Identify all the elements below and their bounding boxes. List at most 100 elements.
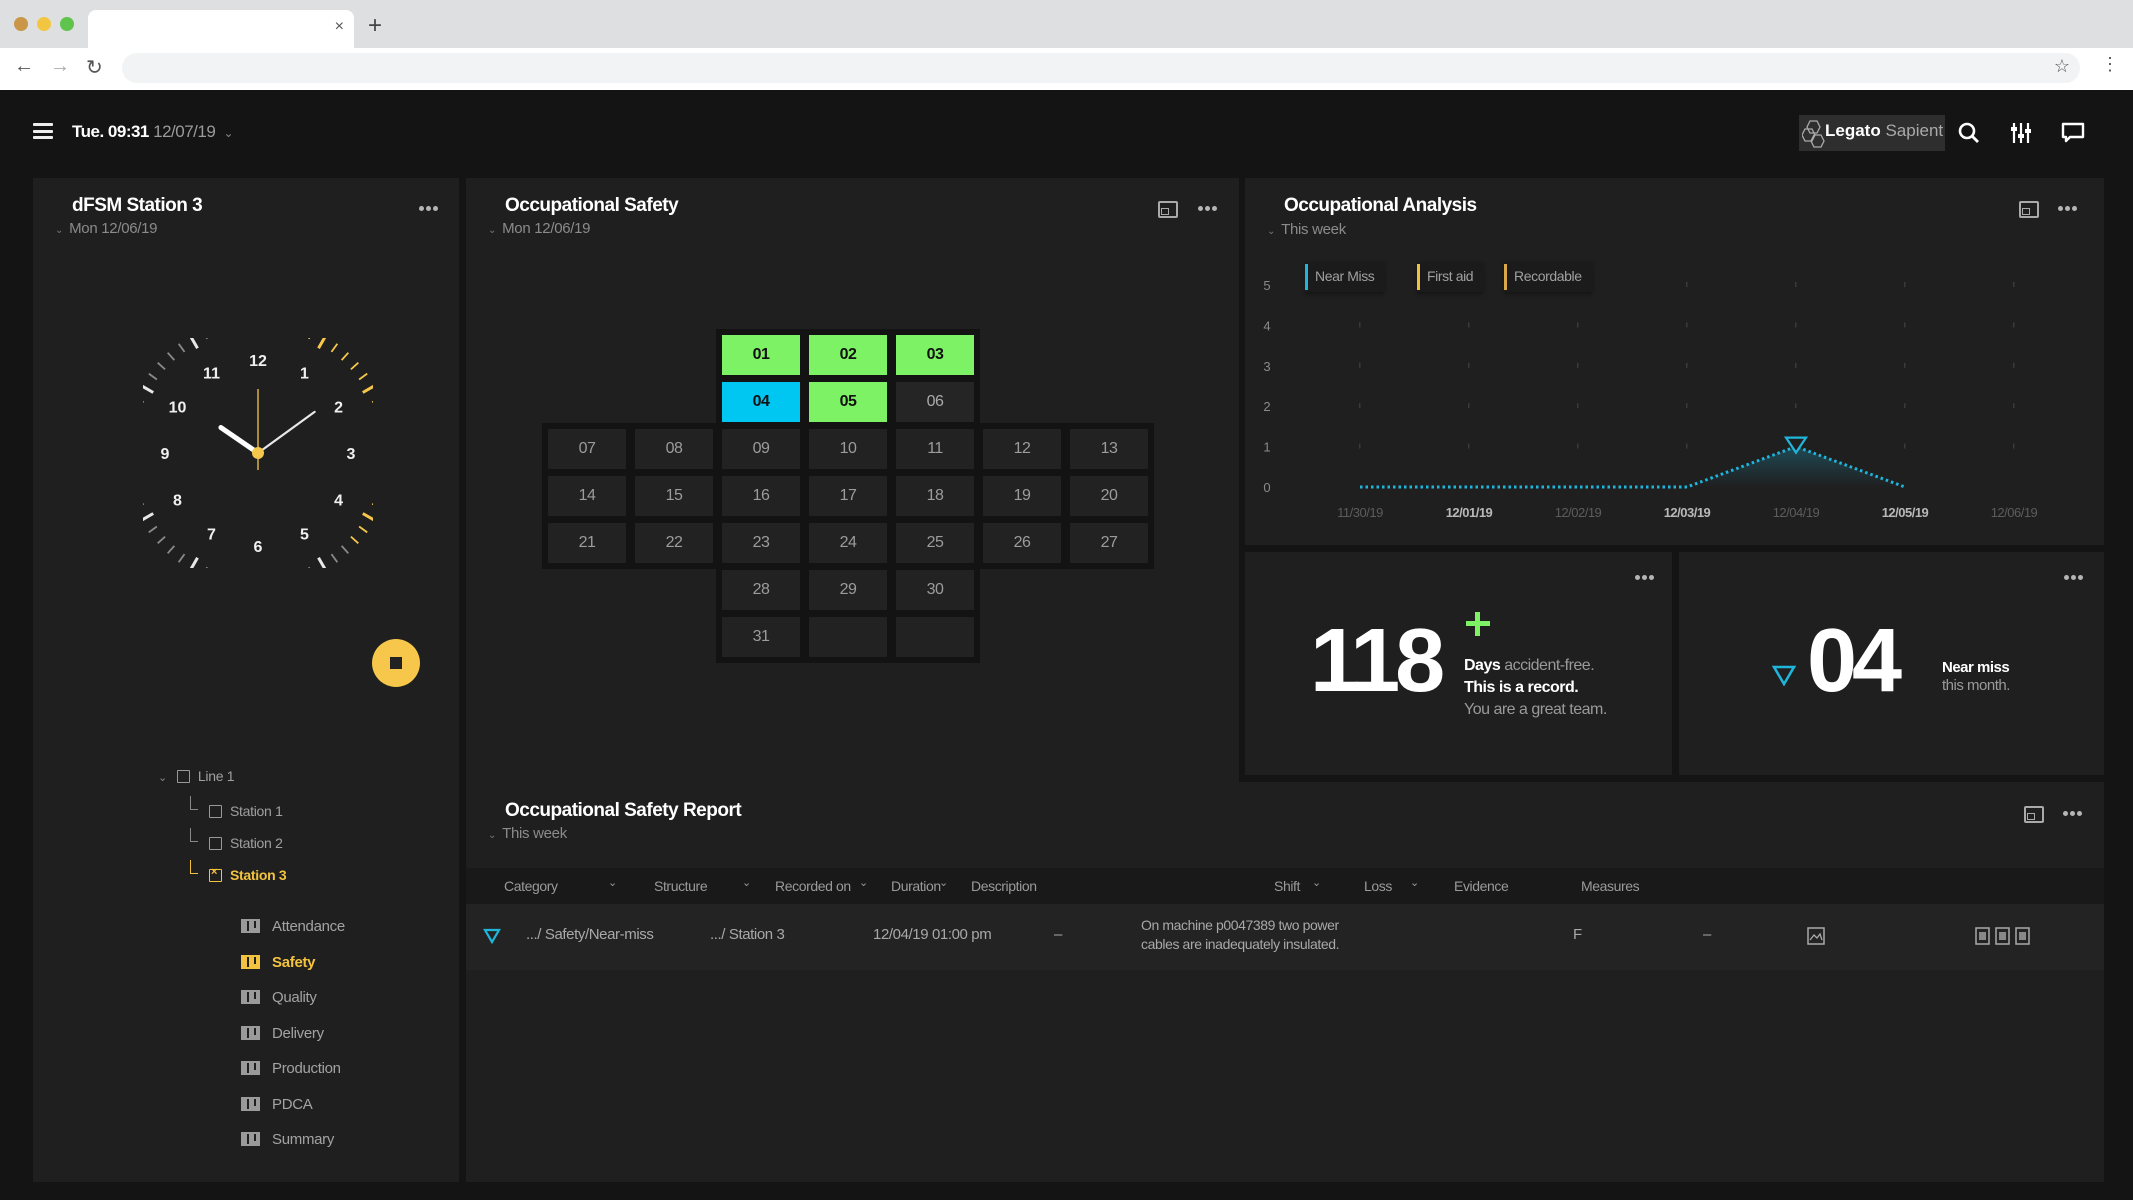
description-line: On machine p0047389 two power (1141, 917, 1339, 933)
nav-label: Delivery (272, 1024, 324, 1042)
calendar-day-19[interactable]: 19 (983, 476, 1061, 516)
legend-near-miss[interactable]: Near Miss (1305, 262, 1385, 292)
calendar-day-26[interactable]: 26 (983, 523, 1061, 563)
image-icon[interactable] (1807, 927, 1825, 945)
calendar-day-24[interactable]: 24 (809, 523, 887, 563)
minimize-window-icon[interactable] (37, 17, 51, 31)
tree-item-station-1[interactable]: Station 1 (209, 803, 283, 819)
expand-icon[interactable] (1158, 201, 1178, 218)
nav-item-production[interactable]: Production (241, 1060, 341, 1077)
checkbox[interactable] (209, 805, 222, 818)
stop-button[interactable] (372, 639, 420, 687)
calendar-day-10[interactable]: 10 (809, 429, 887, 469)
column-header-recorded-on[interactable]: Recorded on (775, 878, 851, 894)
sort-chevron-icon[interactable]: ⌄ (859, 876, 868, 889)
legend-first-aid[interactable]: First aid (1417, 262, 1484, 292)
calendar-day-31[interactable]: 31 (722, 617, 800, 657)
address-bar[interactable]: ☆ (122, 53, 2080, 83)
maximize-window-icon[interactable] (60, 17, 74, 31)
column-header-category[interactable]: Category (504, 878, 558, 894)
search-icon[interactable] (1956, 120, 1982, 146)
nav-item-attendance[interactable]: Attendance (241, 918, 345, 935)
column-header-measures[interactable]: Measures (1581, 878, 1640, 894)
calendar-day-29[interactable]: 29 (809, 570, 887, 610)
column-header-structure[interactable]: Structure (654, 878, 708, 894)
panel-date-selector[interactable]: ⌄ Mon 12/06/19 (488, 220, 591, 237)
back-icon[interactable]: ← (14, 55, 34, 78)
calendar-day-27[interactable]: 27 (1070, 523, 1148, 563)
calendar-day-06[interactable]: 06 (896, 382, 974, 422)
tree-item-line-1[interactable]: ⌄ Line 1 (158, 768, 235, 784)
tree-item-station-2[interactable]: Station 2 (209, 835, 283, 851)
close-window-icon[interactable] (14, 17, 28, 31)
nav-item-summary[interactable]: Summary (241, 1131, 334, 1148)
calendar-day-02[interactable]: 02 (809, 335, 887, 375)
reload-icon[interactable]: ↻ (86, 55, 103, 80)
sort-chevron-icon[interactable]: ⌄ (939, 876, 948, 889)
more-options-icon[interactable] (1198, 205, 1220, 213)
calendar-day-14[interactable]: 14 (548, 476, 626, 516)
checkbox[interactable] (209, 837, 222, 850)
date-time-selector[interactable]: Tue. 09:31 12/07/19 ⌄ (72, 122, 234, 142)
nav-item-quality[interactable]: Quality (241, 989, 317, 1006)
calendar-day-04[interactable]: 04 (722, 382, 800, 422)
menu-icon[interactable] (33, 123, 53, 139)
checkbox[interactable] (176, 770, 190, 783)
new-tab-button[interactable]: + (368, 12, 382, 40)
sort-chevron-icon[interactable]: ⌄ (1312, 876, 1321, 889)
browser-menu-icon[interactable]: ⋮ (2101, 54, 2119, 75)
more-options-icon[interactable] (2063, 810, 2085, 818)
panel-title: Occupational Safety Report (505, 800, 742, 821)
calendar-day-16[interactable]: 16 (722, 476, 800, 516)
calendar-day-07[interactable]: 07 (548, 429, 626, 469)
calendar-day-08[interactable]: 08 (635, 429, 713, 469)
forward-icon[interactable]: → (50, 55, 70, 78)
nav-item-safety[interactable]: Safety (241, 954, 316, 971)
calendar-day-23[interactable]: 23 (722, 523, 800, 563)
calendar-day-21[interactable]: 21 (548, 523, 626, 563)
calendar-day-22[interactable]: 22 (635, 523, 713, 563)
calendar-day-28[interactable]: 28 (722, 570, 800, 610)
more-options-icon[interactable] (2064, 574, 2086, 582)
panel-period-selector[interactable]: ⌄ This week (488, 825, 567, 842)
more-options-icon[interactable] (419, 205, 441, 213)
column-header-description[interactable]: Description (971, 878, 1037, 894)
calendar-day-11[interactable]: 11 (896, 429, 974, 469)
calendar-day-25[interactable]: 25 (896, 523, 974, 563)
browser-tab[interactable]: × (88, 10, 354, 48)
tree-item-station-3[interactable]: Station 3 (209, 866, 287, 883)
sliders-icon[interactable] (2008, 120, 2034, 146)
more-options-icon[interactable] (1635, 574, 1657, 582)
legend-recordable[interactable]: Recordable (1504, 262, 1592, 292)
column-header-evidence[interactable]: Evidence (1454, 878, 1509, 894)
table-row[interactable]: .../ Safety/Near-miss .../ Station 3 12/… (466, 904, 2104, 970)
expand-icon[interactable] (2024, 806, 2044, 823)
grid-mark (2013, 282, 2015, 287)
nav-item-pdca[interactable]: PDCA (241, 1096, 313, 1113)
checkbox-checked[interactable] (209, 866, 222, 882)
column-header-shift[interactable]: Shift (1274, 878, 1300, 894)
calendar-day-05[interactable]: 05 (809, 382, 887, 422)
document-icons[interactable] (1974, 927, 2034, 945)
tab-close-icon[interactable]: × (335, 18, 344, 36)
calendar-day-20[interactable]: 20 (1070, 476, 1148, 516)
calendar-day-17[interactable]: 17 (809, 476, 887, 516)
column-header-duration[interactable]: Duration (891, 878, 941, 894)
sort-chevron-icon[interactable]: ⌄ (1410, 876, 1419, 889)
calendar-day-09[interactable]: 09 (722, 429, 800, 469)
chat-icon[interactable] (2060, 120, 2086, 146)
calendar-day-18[interactable]: 18 (896, 476, 974, 516)
calendar-day-12[interactable]: 12 (983, 429, 1061, 469)
panel-date-selector[interactable]: ⌄ Mon 12/06/19 (55, 220, 158, 237)
nav-item-delivery[interactable]: Delivery (241, 1025, 324, 1042)
calendar-day-01[interactable]: 01 (722, 335, 800, 375)
calendar-day-13[interactable]: 13 (1070, 429, 1148, 469)
calendar-day-15[interactable]: 15 (635, 476, 713, 516)
column-header-loss[interactable]: Loss (1364, 878, 1392, 894)
bookmark-star-icon[interactable]: ☆ (2054, 56, 2070, 77)
calendar-day-30[interactable]: 30 (896, 570, 974, 610)
clock-hour-number: 9 (161, 446, 170, 463)
sort-chevron-icon[interactable]: ⌄ (742, 876, 751, 889)
sort-chevron-icon[interactable]: ⌄ (608, 876, 617, 889)
calendar-day-03[interactable]: 03 (896, 335, 974, 375)
